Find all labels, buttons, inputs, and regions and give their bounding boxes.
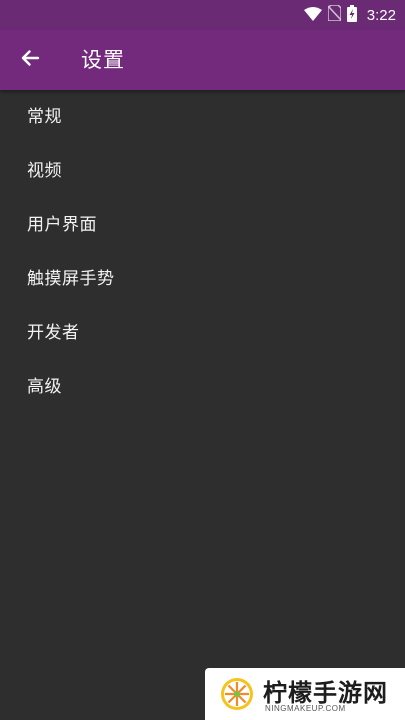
settings-menu: 常规 视频 用户界面 触摸屏手势 开发者 高级 [0,90,405,414]
arrow-left-icon [20,48,40,72]
wifi-icon [303,6,322,25]
menu-item-advanced[interactable]: 高级 [0,360,405,414]
menu-item-video[interactable]: 视频 [0,144,405,198]
no-sim-icon [327,4,342,25]
menu-item-user-interface[interactable]: 用户界面 [0,198,405,252]
back-button[interactable] [12,42,48,78]
status-bar: 3:22 [0,0,405,30]
menu-item-general[interactable]: 常规 [0,90,405,144]
menu-item-touch-gestures[interactable]: 触摸屏手势 [0,252,405,306]
battery-charging-icon [346,4,357,26]
menu-item-developer[interactable]: 开发者 [0,306,405,360]
watermark-brand: 柠檬手游网 [263,679,388,707]
lemon-logo-icon [219,676,255,712]
settings-screen: 3:22 设置 常规 视频 用户界面 触摸屏手势 开发者 高级 柠檬手游网 NI… [0,0,405,720]
watermark: 柠檬手游网 NINGMAKEUP.COM [205,668,405,720]
watermark-url: NINGMAKEUP.COM [265,704,346,713]
status-time: 3:22 [366,6,396,24]
page-title: 设置 [81,48,125,72]
status-icons: 3:22 [303,0,396,30]
app-bar: 设置 [0,30,405,90]
